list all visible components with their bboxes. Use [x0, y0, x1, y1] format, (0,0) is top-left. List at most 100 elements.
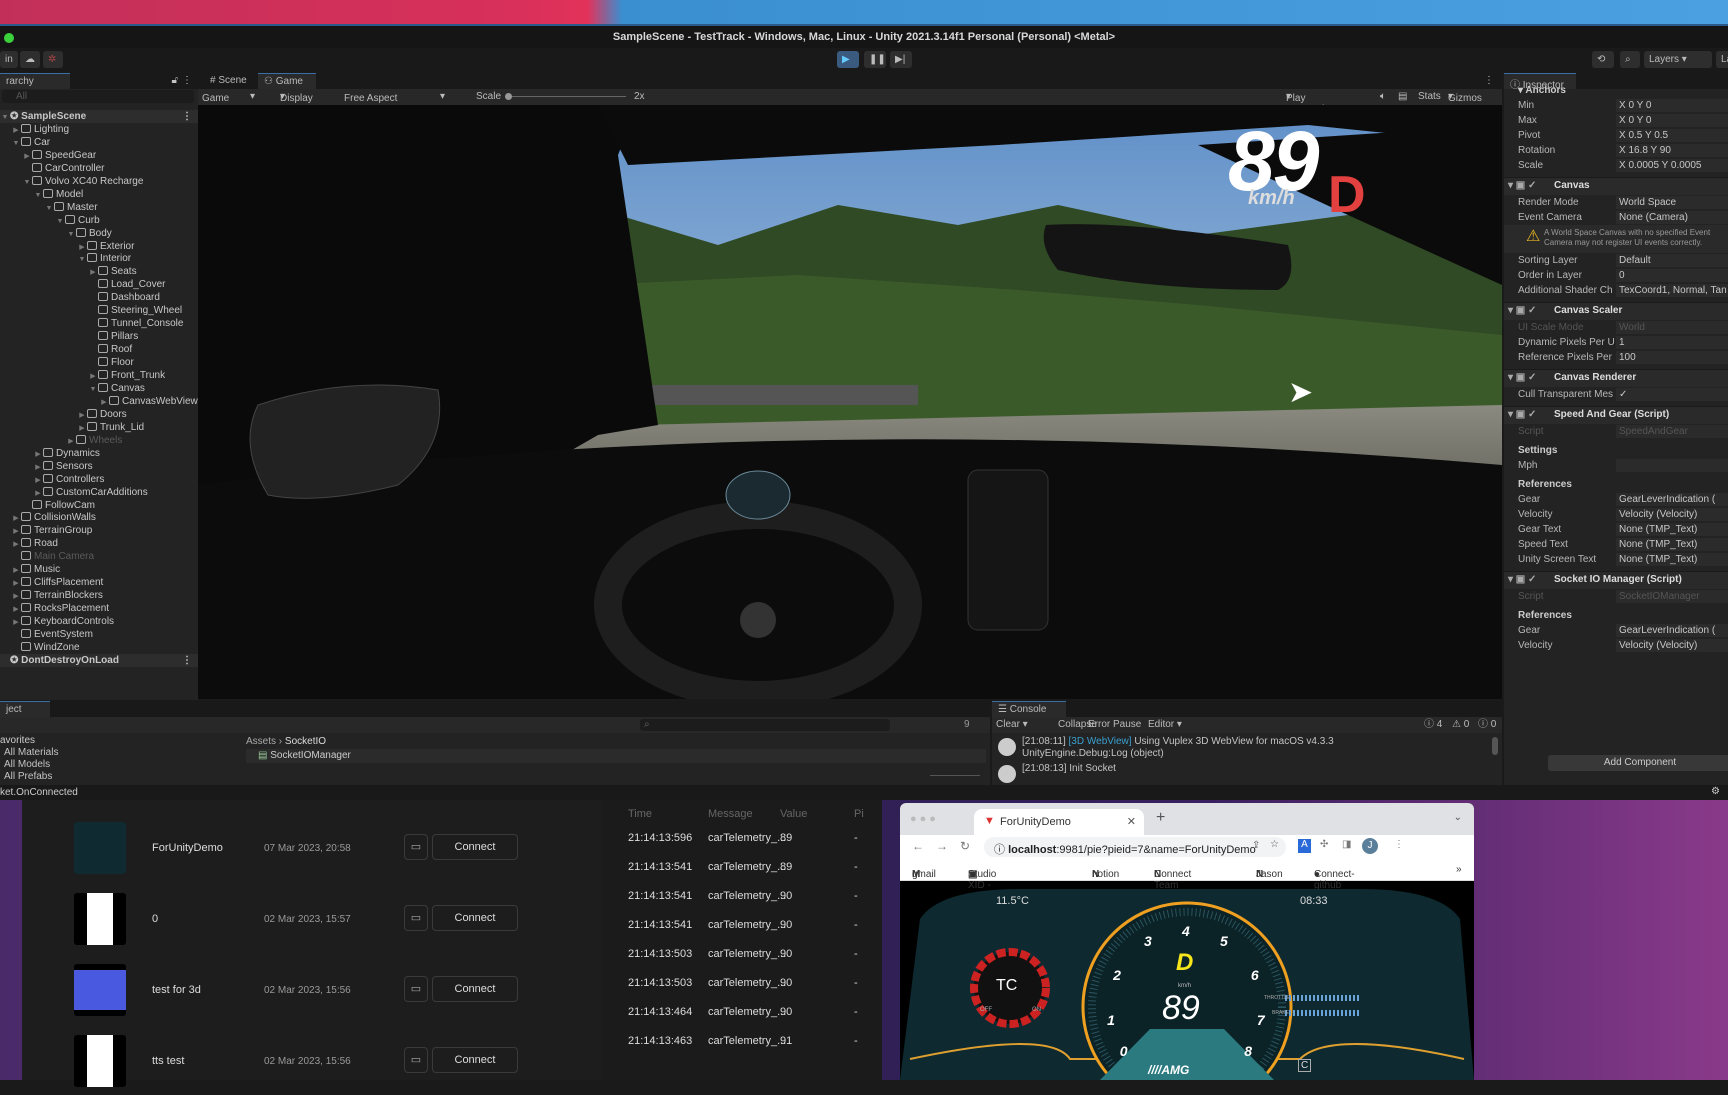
hierarchy-item[interactable]: ▼ Model	[0, 188, 198, 201]
display-dropdown[interactable]: Display 1 ▾	[280, 91, 313, 115]
field-value[interactable]: None (TMP_Text)	[1616, 553, 1728, 566]
account-button[interactable]: in	[0, 51, 18, 68]
hierarchy-item[interactable]: ▶ CustomCarAdditions	[0, 486, 198, 499]
add-component-button[interactable]: Add Component	[1548, 755, 1728, 771]
console-scrollbar[interactable]	[1492, 737, 1498, 755]
field-value[interactable]: None (TMP_Text)	[1616, 538, 1728, 551]
console-entry[interactable]: [21:08:11] [3D WebView] Using Vuplex 3D …	[998, 736, 1334, 760]
breadcrumb-assets[interactable]: Assets	[246, 736, 276, 747]
hierarchy-item[interactable]: Tunnel_Console	[0, 317, 198, 330]
hierarchy-item[interactable]: ▼ Body	[0, 227, 198, 240]
editor-dropdown[interactable]: Editor ▾	[1148, 717, 1182, 733]
component-header[interactable]: ▾ ▣ ✓ Socket IO Manager (Script)	[1504, 571, 1728, 589]
fav-item[interactable]: All Materials	[0, 747, 58, 759]
layers-dropdown[interactable]: Layers ▾	[1644, 51, 1712, 68]
hierarchy-item[interactable]: Floor	[0, 356, 198, 369]
connect-button[interactable]: Connect	[432, 834, 518, 860]
hierarchy-item[interactable]: ▼ Master	[0, 201, 198, 214]
inspector-field[interactable]: Mph	[1504, 458, 1728, 473]
hierarchy-item[interactable]: ▶ Lighting	[0, 123, 198, 136]
hierarchy-item[interactable]: ▶ SpeedGear	[0, 149, 198, 162]
hierarchy-item[interactable]: Roof	[0, 343, 198, 356]
pause-icon[interactable]: ❚❚	[864, 51, 886, 68]
field-value[interactable]: TexCoord1, Normal, Tan	[1616, 284, 1728, 297]
inspector-field[interactable]: Unity Screen Text None (TMP_Text)	[1504, 552, 1728, 567]
hierarchy-item[interactable]: ▶ Seats	[0, 265, 198, 278]
play-icon[interactable]: ▶	[837, 51, 859, 68]
browser-tab[interactable]: ▼ ForUnityDemo ✕	[974, 809, 1144, 835]
hierarchy-item[interactable]: Pillars	[0, 330, 198, 343]
component-header[interactable]: ▾ ▣ ✓ Canvas	[1504, 177, 1728, 195]
scale-slider-handle[interactable]	[505, 93, 512, 100]
log-count[interactable]: ⓘ 4	[1424, 717, 1442, 733]
hierarchy-item[interactable]: Steering_Wheel	[0, 304, 198, 317]
hierarchy-item[interactable]: ▶ CanvasWebView	[0, 395, 198, 408]
inspector-field[interactable]: Additional Shader Ch TexCoord1, Normal, T…	[1504, 283, 1728, 298]
tab-search-icon[interactable]: ⌄	[1454, 812, 1462, 823]
scale-slider[interactable]	[506, 96, 626, 97]
hierarchy-item[interactable]: ▶ Wheels	[0, 434, 198, 447]
hierarchy-item[interactable]: ▼ Volvo XC40 Recharge	[0, 175, 198, 188]
forward-icon[interactable]: →	[936, 839, 948, 853]
field-value[interactable]: ✓	[1616, 388, 1728, 401]
field-value[interactable]: SocketIOManager	[1616, 590, 1728, 603]
hierarchy-item[interactable]: ▶ Controllers	[0, 473, 198, 486]
project-row[interactable]: 0 02 Mar 2023, 15:57 ▭ Connect	[52, 893, 552, 953]
warn-count[interactable]: ⚠ 0	[1452, 717, 1469, 733]
layout-dropdown[interactable]: La	[1716, 51, 1728, 68]
field-value[interactable]: X 0 Y 0	[1616, 114, 1728, 127]
tab-hierarchy[interactable]: rarchy	[0, 73, 70, 89]
hierarchy-item[interactable]: ▶ Sensors	[0, 460, 198, 473]
project-search-input[interactable]: ⌕	[640, 719, 890, 731]
field-value[interactable]: 100	[1616, 351, 1728, 364]
step-icon[interactable]: ▶|	[890, 51, 912, 68]
field-value[interactable]: X 0 Y 0	[1616, 99, 1728, 112]
inspector-field[interactable]: Gear GearLeverIndication (	[1504, 492, 1728, 507]
extensions-icon[interactable]: ✣	[1320, 839, 1328, 850]
component-toggle-icon[interactable]: ▾ ▣ ✓	[1508, 407, 1536, 422]
inspector-field[interactable]: Min X 0 Y 0	[1504, 98, 1728, 113]
address-bar[interactable]: ⓘ localhost:9981/pie?pieid=7&name=ForUni…	[984, 837, 1286, 857]
hidden-count[interactable]: 9	[964, 719, 970, 730]
traffic-lights[interactable]: ●●●	[910, 813, 939, 825]
play-focused-dropdown[interactable]: Play Focused ▾	[1286, 91, 1324, 115]
hierarchy-item[interactable]: ▼ ✪ SampleScene ⋮	[0, 110, 198, 123]
monitor-icon[interactable]: ▭	[404, 976, 428, 1002]
audio-icon[interactable]: 🔈︎	[1380, 91, 1386, 102]
hierarchy-item[interactable]: ▶ KeyboardControls	[0, 615, 198, 628]
profile-avatar[interactable]: J	[1362, 838, 1378, 854]
inspector-field[interactable]: Scale X 0.0005 Y 0.0005	[1504, 158, 1728, 173]
hierarchy-item[interactable]: Main Camera	[0, 550, 198, 563]
field-value[interactable]: Velocity (Velocity)	[1616, 639, 1728, 652]
hierarchy-item[interactable]: Load_Cover	[0, 278, 198, 291]
hierarchy-item[interactable]: ▶ Dynamics	[0, 447, 198, 460]
hierarchy-item[interactable]: CarController	[0, 162, 198, 175]
resolution-icon[interactable]: ▤	[1398, 91, 1407, 102]
tab-scene[interactable]: # Scene	[204, 73, 253, 89]
monitor-icon[interactable]: ▭	[404, 905, 428, 931]
stats-button[interactable]: Stats	[1418, 91, 1441, 102]
hierarchy-item[interactable]: FollowCam	[0, 499, 198, 512]
inspector-field[interactable]: Dynamic Pixels Per U1	[1504, 335, 1728, 350]
component-header[interactable]: ▾ ▣ ✓ Canvas Renderer	[1504, 369, 1728, 387]
project-row[interactable]: tts test 02 Mar 2023, 15:56 ▭ Connect	[52, 1035, 552, 1095]
field-value[interactable]: GearLeverIndication (	[1616, 624, 1728, 637]
hierarchy-item[interactable]: WindZone	[0, 641, 198, 654]
inspector-field[interactable]: Gear GearLeverIndication (	[1504, 623, 1728, 638]
monitor-icon[interactable]: ▭	[404, 1047, 428, 1073]
more-icon[interactable]: ⋮	[182, 654, 192, 667]
hierarchy-item[interactable]: EventSystem	[0, 628, 198, 641]
field-value[interactable]: SpeedAndGear	[1616, 425, 1728, 438]
hierarchy-item[interactable]: ▶ Road	[0, 537, 198, 550]
hierarchy-item[interactable]: ▶ Front_Trunk	[0, 369, 198, 382]
hierarchy-item[interactable]: ✪ DontDestroyOnLoad ⋮	[0, 653, 198, 667]
hierarchy-item[interactable]: ▼ Car	[0, 136, 198, 149]
inspector-field[interactable]: Reference Pixels Per 100	[1504, 350, 1728, 365]
close-tab-icon[interactable]: ✕	[1127, 815, 1136, 828]
monitor-icon[interactable]: ▭	[404, 834, 428, 860]
field-value[interactable]: Default	[1616, 254, 1728, 267]
more-icon[interactable]: ⋮	[1484, 75, 1494, 86]
component-toggle-icon[interactable]: ▾ ▣ ✓	[1508, 303, 1536, 318]
hierarchy-item[interactable]: ▶ Exterior	[0, 240, 198, 253]
new-tab-icon[interactable]: +	[1156, 809, 1165, 827]
